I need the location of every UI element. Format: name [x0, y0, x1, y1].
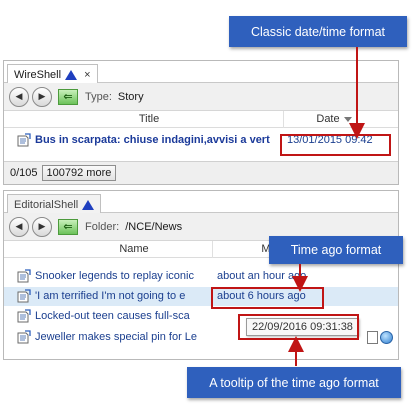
green-arrow-icon: ⇐ [63, 221, 73, 233]
shell-triangle-icon [65, 70, 78, 80]
row-modified: about an hour ago [217, 270, 307, 282]
green-arrow-button[interactable]: ⇐ [58, 88, 78, 105]
wireshell-statusbar: 0/105 100792 more [4, 161, 398, 184]
row-name: Jeweller makes special pin for Le [35, 331, 198, 343]
arrow-left-icon: ◀ [15, 91, 23, 101]
document-icon[interactable] [367, 331, 378, 344]
callout-tooltip-format: A tooltip of the time ago format [187, 367, 401, 398]
column-name[interactable]: Name [104, 243, 164, 255]
folder-label: Folder: [85, 220, 120, 233]
folder-value: /NCE/News [125, 220, 183, 233]
callout-time-ago-format: Time ago format [269, 236, 403, 264]
list-item[interactable]: 'I am terrified I'm not going to e about… [4, 287, 398, 306]
green-arrow-button[interactable]: ⇐ [58, 218, 78, 235]
forward-button[interactable]: ▶ [32, 86, 52, 107]
wireshell-column-header: Title Date [4, 111, 398, 128]
story-icon [17, 309, 31, 323]
row-action-icons [367, 331, 393, 344]
row-name: Locked-out teen causes full-sca [35, 310, 190, 322]
tab-editorialshell[interactable]: EditorialShell [7, 194, 102, 213]
sort-desc-icon [343, 116, 352, 122]
green-arrow-icon: ⇐ [63, 91, 73, 103]
row-name: 'I am terrified I'm not going to e [35, 290, 186, 302]
back-button[interactable]: ◀ [9, 86, 29, 107]
editorial-tabstrip: EditorialShell [4, 191, 398, 213]
column-divider[interactable] [283, 111, 284, 128]
column-date[interactable]: Date [304, 113, 364, 125]
row-title: Bus in scarpata: chiuse indagini,avvisi … [35, 134, 270, 146]
shell-triangle-icon [82, 200, 95, 210]
story-icon [17, 269, 31, 283]
highlight-time-ago [211, 287, 324, 309]
story-icon [17, 133, 31, 147]
tab-label: EditorialShell [14, 199, 79, 211]
type-label: Type: [85, 90, 112, 103]
arrow-left-icon: ◀ [15, 221, 23, 231]
highlight-tooltip [238, 314, 359, 340]
callout-classic-format: Classic date/time format [229, 16, 407, 47]
row-name: Snooker legends to replay iconic [35, 270, 194, 282]
wireshell-panel: WireShell × ◀ ▶ ⇐ Type: Story Title Date… [3, 60, 399, 185]
arrow-right-icon: ▶ [38, 91, 46, 101]
close-icon[interactable]: × [84, 69, 90, 81]
column-title[interactable]: Title [124, 113, 174, 125]
back-button[interactable]: ◀ [9, 216, 29, 237]
forward-button[interactable]: ▶ [32, 216, 52, 237]
list-item[interactable]: Snooker legends to replay iconic about a… [4, 267, 398, 286]
type-value: Story [117, 90, 144, 103]
tab-wireshell[interactable]: WireShell × [7, 64, 98, 83]
story-icon [17, 289, 31, 303]
globe-icon[interactable] [380, 331, 393, 344]
tab-label: WireShell [14, 69, 62, 81]
highlight-classic-date [280, 134, 391, 156]
result-count: 0/105 [10, 167, 38, 179]
story-icon [17, 330, 31, 344]
column-divider[interactable] [212, 241, 213, 258]
wireshell-tabstrip: WireShell × [4, 61, 398, 83]
wireshell-toolbar: ◀ ▶ ⇐ Type: Story [4, 83, 398, 111]
more-button[interactable]: 100792 more [41, 165, 117, 181]
column-date-label: Date [316, 113, 340, 125]
arrow-right-icon: ▶ [38, 221, 46, 231]
